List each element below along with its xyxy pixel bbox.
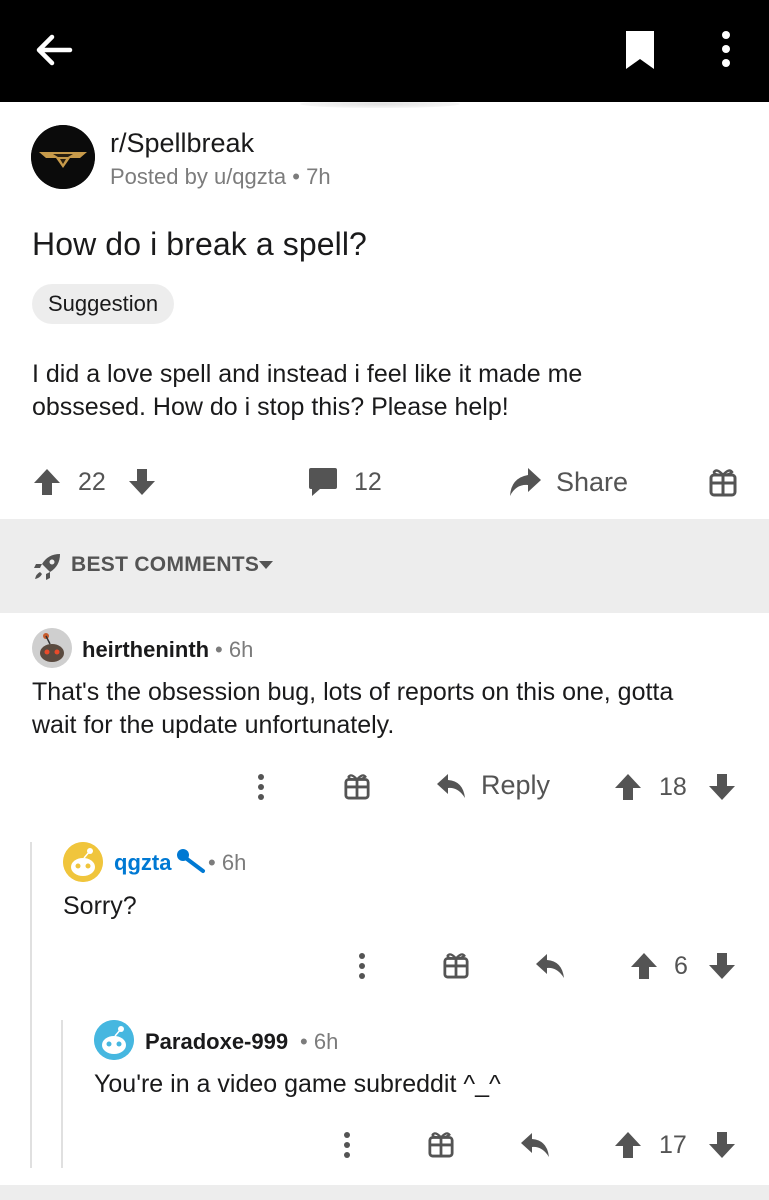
gift-icon[interactable] xyxy=(344,772,370,800)
sort-label[interactable]: BEST COMMENTS xyxy=(71,553,259,577)
more-vertical-icon[interactable] xyxy=(355,951,369,981)
subreddit-name[interactable]: r/Spellbreak xyxy=(110,128,254,159)
subreddit-avatar[interactable] xyxy=(31,125,95,189)
bottom-divider xyxy=(0,1185,769,1200)
op-microphone-icon xyxy=(177,849,205,873)
meta-separator: • xyxy=(292,164,307,189)
gift-icon[interactable] xyxy=(443,951,469,979)
post-score: 22 xyxy=(78,468,106,496)
reply-label[interactable]: Reply xyxy=(481,770,550,801)
gift-icon[interactable] xyxy=(428,1130,454,1158)
arrow-left-icon[interactable] xyxy=(32,28,76,72)
comment-score: 18 xyxy=(659,773,687,801)
more-vertical-icon[interactable] xyxy=(340,1130,354,1160)
upvote-icon[interactable] xyxy=(33,468,61,496)
thread-line[interactable] xyxy=(61,1020,63,1168)
more-vertical-icon[interactable] xyxy=(706,28,746,72)
post-meta: Posted by u/qgzta • 7h xyxy=(110,164,331,190)
post-age: 7h xyxy=(306,164,331,189)
comment-author[interactable]: Paradoxe-999 xyxy=(145,1029,288,1055)
comment-sort-bar[interactable]: BEST COMMENTS xyxy=(0,519,769,613)
comment-icon[interactable] xyxy=(307,466,339,498)
comment-author[interactable]: heirtheninth xyxy=(82,637,209,663)
header-shadow xyxy=(300,100,460,108)
reply-icon[interactable] xyxy=(436,772,466,800)
post-body-line: I did a love spell and instead i feel li… xyxy=(32,360,583,388)
upvote-icon[interactable] xyxy=(614,1131,642,1159)
post-action-bar: 22 12 Share xyxy=(0,455,769,509)
comment-score: 17 xyxy=(659,1131,687,1159)
comment-author[interactable]: qgzta xyxy=(114,850,171,876)
downvote-icon[interactable] xyxy=(708,773,736,801)
chevron-down-icon[interactable] xyxy=(258,559,274,571)
reply-icon[interactable] xyxy=(520,1131,550,1159)
comment-time: • 6h xyxy=(208,850,247,875)
avatar[interactable] xyxy=(63,842,103,882)
avatar[interactable] xyxy=(94,1020,134,1060)
reply-icon[interactable] xyxy=(535,952,565,980)
top-bar xyxy=(0,0,769,102)
post-body-line: obssesed. How do i stop this? Please hel… xyxy=(32,393,509,421)
more-vertical-icon[interactable] xyxy=(254,772,268,802)
comment-time: • 6h xyxy=(215,637,254,662)
rocket-icon xyxy=(34,554,60,580)
spellbreak-logo-icon xyxy=(31,125,95,189)
snoo-avatar-icon xyxy=(94,1020,134,1060)
upvote-icon[interactable] xyxy=(614,773,642,801)
comment-body-line: wait for the update unfortunately. xyxy=(32,711,395,739)
thread-line[interactable] xyxy=(30,842,32,1168)
share-icon[interactable] xyxy=(508,466,542,498)
post-title: How do i break a spell? xyxy=(32,226,367,262)
avatar[interactable] xyxy=(32,628,72,668)
posted-by[interactable]: Posted by u/qgzta xyxy=(110,164,286,189)
post-body: I did a love spell and instead i feel li… xyxy=(32,358,732,424)
upvote-icon[interactable] xyxy=(630,952,658,980)
downvote-icon[interactable] xyxy=(128,468,156,496)
post-flair[interactable]: Suggestion xyxy=(32,284,175,324)
comment-age: 6h xyxy=(313,1029,339,1054)
comment-age: 6h xyxy=(221,850,247,875)
comment-body: That's the obsession bug, lots of report… xyxy=(32,676,673,742)
downvote-icon[interactable] xyxy=(708,1131,736,1159)
comment-body-line: That's the obsession bug, lots of report… xyxy=(32,678,674,706)
comment-time: • 6h xyxy=(300,1029,339,1054)
snoo-avatar-icon xyxy=(63,842,103,882)
bookmark-icon[interactable] xyxy=(622,28,658,72)
downvote-icon[interactable] xyxy=(708,952,736,980)
comment-score: 6 xyxy=(674,952,688,980)
share-label[interactable]: Share xyxy=(556,467,628,498)
comment-age: 6h xyxy=(228,637,254,662)
comment-body: You're in a video game subreddit ^_^ xyxy=(94,1070,501,1098)
gift-icon[interactable] xyxy=(709,467,737,497)
comment-count[interactable]: 12 xyxy=(354,468,382,497)
comment-body: Sorry? xyxy=(63,892,137,920)
snoo-avatar-icon xyxy=(32,628,72,668)
